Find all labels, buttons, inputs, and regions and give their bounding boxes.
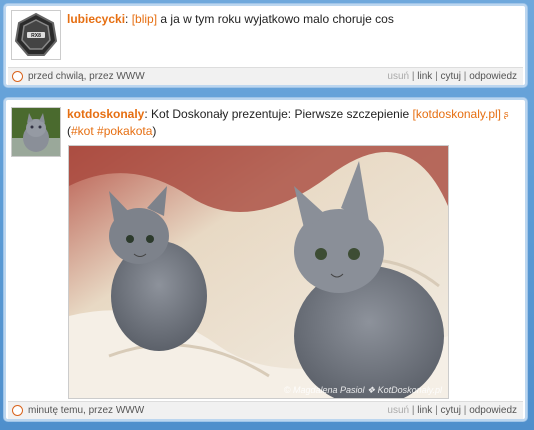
post-text: a ja w tym roku wyjatkowo malo choruje c… <box>157 12 394 26</box>
external-feed-icon[interactable]: ʂ <box>504 106 509 123</box>
avatar[interactable]: RX8 <box>11 10 61 60</box>
username-link[interactable]: kotdoskonaly <box>67 107 144 121</box>
divider: | <box>463 405 467 416</box>
external-link[interactable]: [kotdoskonaly.pl] <box>413 107 502 121</box>
divider: | <box>411 405 415 416</box>
divider: | <box>435 71 438 82</box>
reply-button[interactable]: odpowiedz <box>469 71 517 82</box>
link-button[interactable]: link <box>417 71 432 82</box>
divider: | <box>435 405 438 416</box>
clock-icon <box>12 71 23 82</box>
quote-button[interactable]: cytuj <box>440 405 461 416</box>
post-time: minutę temu, przez WWW <box>28 405 145 416</box>
avatar-image <box>12 108 60 156</box>
post-time: przed chwilą, przez WWW <box>28 71 145 82</box>
post-message: lubiecycki: [blip] a ja w tym roku wyjat… <box>67 11 517 28</box>
post-card-2: kotdoskonaly: Kot Doskonały prezentuje: … <box>3 97 528 422</box>
clock-icon <box>12 405 23 416</box>
post-text: Kot Doskonały prezentuje: Pierwsze szcze… <box>147 107 413 121</box>
kittens-photo <box>69 146 448 398</box>
post-message: kotdoskonaly: Kot Doskonały prezentuje: … <box>67 106 517 140</box>
reply-button[interactable]: odpowiedz <box>469 405 517 416</box>
username-separator: : <box>125 12 129 26</box>
divider: | <box>463 71 467 82</box>
post-photo[interactable]: © Magdalena Pasiol ❖ KotDoskonały.pl <box>68 145 449 399</box>
post-actions: usuń | link | cytuj | odpowiedz <box>387 402 517 419</box>
avatar-image: RX8 <box>12 11 60 59</box>
divider: | <box>411 71 415 82</box>
post-footer: przed chwilą, przez WWW usuń | link | cy… <box>8 67 523 85</box>
username-link[interactable]: lubiecycki <box>67 12 125 26</box>
post-actions: usuń | link | cytuj | odpowiedz <box>387 68 517 85</box>
tags-close: ) <box>152 124 157 139</box>
link-button[interactable]: link <box>417 405 432 416</box>
post-footer: minutę temu, przez WWW usuń | link | cyt… <box>8 401 523 419</box>
post-card-1: RX8 lubiecycki: [blip] a ja w tym roku w… <box>3 3 528 88</box>
hashtag-kot[interactable]: #kot <box>71 124 94 138</box>
svg-text:RX8: RX8 <box>31 33 41 39</box>
hashtag-pokakota[interactable]: #pokakota <box>97 124 152 138</box>
blip-tag[interactable]: [blip] <box>132 12 157 26</box>
delete-button[interactable]: usuń <box>387 71 409 82</box>
avatar[interactable] <box>11 107 61 157</box>
quote-button[interactable]: cytuj <box>440 71 461 82</box>
delete-button[interactable]: usuń <box>387 405 409 416</box>
photo-watermark: © Magdalena Pasiol ❖ KotDoskonały.pl <box>283 385 442 395</box>
